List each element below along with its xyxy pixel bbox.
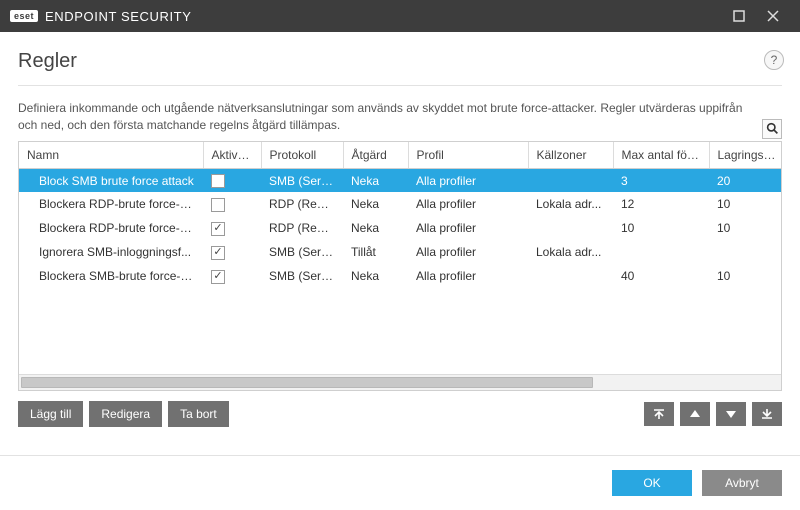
move-bottom-icon <box>761 408 773 420</box>
cell-action: Neka <box>343 192 408 216</box>
cell-max-attempts: 12 <box>613 192 709 216</box>
cell-zones <box>528 168 613 192</box>
move-down-button[interactable] <box>716 402 746 426</box>
cell-name: Block SMB brute force attack <box>19 168 203 192</box>
page-title: Regler <box>18 50 782 73</box>
table-row[interactable]: Blockera RDP-brute force-at... RDP (Rem..… <box>19 216 781 240</box>
cell-protocol: SMB (Serv... <box>261 240 343 264</box>
cell-zones: Lokala adr... <box>528 240 613 264</box>
close-icon <box>767 10 779 22</box>
move-top-icon <box>653 408 665 420</box>
table-toolbar: Lägg till Redigera Ta bort <box>18 401 782 427</box>
move-up-icon <box>689 408 701 420</box>
cell-name: Blockera SMB-brute force-a... <box>19 264 203 288</box>
cell-max-attempts: 3 <box>613 168 709 192</box>
cell-enabled <box>203 192 261 216</box>
divider <box>18 85 782 86</box>
cell-retention: 10 <box>709 264 781 288</box>
col-action[interactable]: Åtgärd <box>343 142 408 169</box>
col-zones[interactable]: Källzoner <box>528 142 613 169</box>
cell-action: Tillåt <box>343 240 408 264</box>
help-icon: ? <box>771 53 778 67</box>
cell-action: Neka <box>343 168 408 192</box>
help-button[interactable]: ? <box>764 50 784 70</box>
rules-table: Namn Aktiverat Protokoll Åtgärd Profil K… <box>18 141 782 391</box>
brand-title: ENDPOINT SECURITY <box>45 9 191 24</box>
search-button[interactable] <box>762 119 782 139</box>
table-row[interactable]: Ignorera SMB-inloggningsf... SMB (Serv...… <box>19 240 781 264</box>
cell-retention <box>709 240 781 264</box>
table-row[interactable]: Blockera RDP-brute force-at... RDP (Rem..… <box>19 192 781 216</box>
brand-badge: eset <box>10 10 38 22</box>
cell-max-attempts: 10 <box>613 216 709 240</box>
horizontal-scrollbar[interactable] <box>19 374 781 390</box>
add-button[interactable]: Lägg till <box>18 401 83 427</box>
cell-zones: Lokala adr... <box>528 192 613 216</box>
move-bottom-button[interactable] <box>752 402 782 426</box>
cell-protocol: RDP (Rem... <box>261 216 343 240</box>
enabled-checkbox[interactable] <box>211 270 225 284</box>
enabled-checkbox[interactable] <box>211 246 225 260</box>
cell-profile: Alla profiler <box>408 216 528 240</box>
table-row[interactable]: Block SMB brute force attack SMB (Serv...… <box>19 168 781 192</box>
enabled-checkbox[interactable] <box>211 174 225 188</box>
enabled-checkbox[interactable] <box>211 198 225 212</box>
window-maximize-button[interactable] <box>722 0 756 32</box>
description-text: Definiera inkommande och utgående nätver… <box>18 101 742 132</box>
cell-enabled <box>203 240 261 264</box>
titlebar: eset ENDPOINT SECURITY <box>0 0 800 32</box>
col-enabled[interactable]: Aktiverat <box>203 142 261 169</box>
cell-profile: Alla profiler <box>408 240 528 264</box>
cell-max-attempts <box>613 240 709 264</box>
cell-protocol: SMB (Serv... <box>261 168 343 192</box>
cell-name: Blockera RDP-brute force-at... <box>19 216 203 240</box>
cell-enabled <box>203 216 261 240</box>
cell-enabled <box>203 168 261 192</box>
search-icon <box>766 122 779 135</box>
cell-retention: 20 <box>709 168 781 192</box>
cell-protocol: RDP (Rem... <box>261 192 343 216</box>
col-protocol[interactable]: Protokoll <box>261 142 343 169</box>
cell-retention: 10 <box>709 216 781 240</box>
window-close-button[interactable] <box>756 0 790 32</box>
cell-action: Neka <box>343 216 408 240</box>
cell-zones <box>528 264 613 288</box>
col-max-attempts[interactable]: Max antal försök <box>613 142 709 169</box>
cell-max-attempts: 40 <box>613 264 709 288</box>
table-header-row: Namn Aktiverat Protokoll Åtgärd Profil K… <box>19 142 781 169</box>
maximize-icon <box>733 10 745 22</box>
cancel-button[interactable]: Avbryt <box>702 470 782 496</box>
col-profile[interactable]: Profil <box>408 142 528 169</box>
scrollbar-thumb[interactable] <box>21 377 593 388</box>
dialog-footer: OK Avbryt <box>0 455 800 510</box>
page-description: Definiera inkommande och utgående nätver… <box>18 100 782 135</box>
col-retention[interactable]: Lagringspe... <box>709 142 781 169</box>
cell-enabled <box>203 264 261 288</box>
cell-zones <box>528 216 613 240</box>
cell-action: Neka <box>343 264 408 288</box>
delete-button[interactable]: Ta bort <box>168 401 229 427</box>
move-down-icon <box>725 408 737 420</box>
cell-name: Ignorera SMB-inloggningsf... <box>19 240 203 264</box>
cell-profile: Alla profiler <box>408 192 528 216</box>
cell-name: Blockera RDP-brute force-at... <box>19 192 203 216</box>
cell-retention: 10 <box>709 192 781 216</box>
brand: eset ENDPOINT SECURITY <box>10 9 192 24</box>
cell-profile: Alla profiler <box>408 264 528 288</box>
ok-button[interactable]: OK <box>612 470 692 496</box>
move-up-button[interactable] <box>680 402 710 426</box>
table-row[interactable]: Blockera SMB-brute force-a... SMB (Serv..… <box>19 264 781 288</box>
edit-button[interactable]: Redigera <box>89 401 162 427</box>
enabled-checkbox[interactable] <box>211 222 225 236</box>
col-name[interactable]: Namn <box>19 142 203 169</box>
move-top-button[interactable] <box>644 402 674 426</box>
cell-profile: Alla profiler <box>408 168 528 192</box>
cell-protocol: SMB (Serv... <box>261 264 343 288</box>
